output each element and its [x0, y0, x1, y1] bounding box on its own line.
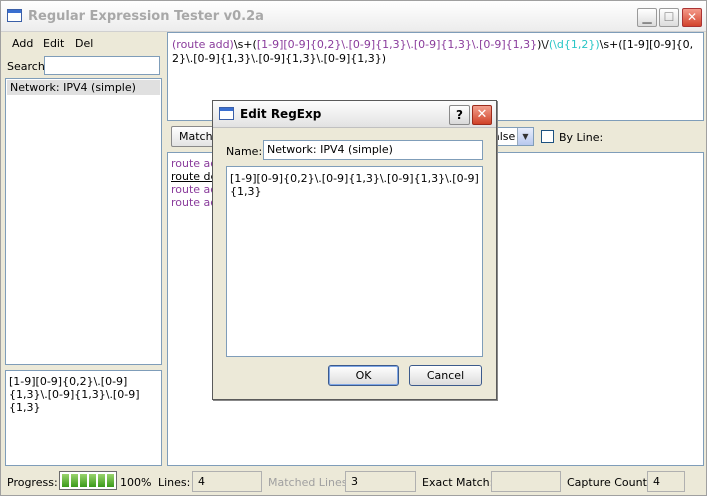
dialog-window-icon — [219, 107, 234, 120]
window-title: Regular Expression Tester v0.2a — [28, 9, 264, 24]
by-line-label: By Line: — [559, 131, 604, 144]
regex-textarea[interactable]: [1-9][0-9]{0,2}\.[0-9]{1,3}\.[0-9]{1,3}\… — [226, 166, 483, 357]
name-label: Name: — [226, 145, 263, 158]
edit-regexp-dialog: Edit RegExp ? ✕ Name: Network: IPV4 (sim… — [212, 100, 497, 400]
regex-preview: [1-9][0-9]{0,2}\.[0-9]{1,3}\.[0-9]{1,3}\… — [5, 370, 162, 466]
name-input[interactable]: Network: IPV4 (simple) — [263, 140, 483, 160]
matched-lines-value: 3 — [345, 471, 416, 492]
progress-percent: 100% — [120, 476, 152, 489]
capture-count-label: Capture Count: — [567, 476, 651, 489]
app-window-icon — [7, 9, 22, 22]
match-button[interactable]: Match — [171, 126, 215, 147]
main-window: Regular Expression Tester v0.2a ▁ ☐ ✕ Ad… — [0, 0, 707, 496]
search-label: Search: — [7, 60, 49, 73]
help-button[interactable]: ? — [449, 105, 470, 125]
capture-count-value: 4 — [647, 471, 685, 492]
exact-match-label: Exact Match: — [422, 476, 494, 489]
close-button[interactable]: ✕ — [682, 8, 702, 27]
list-item[interactable]: Network: IPV4 (simple) — [7, 80, 160, 95]
matched-lines-label: Matched Lines: — [268, 476, 352, 489]
sidebar-menu: Add Edit Del — [5, 34, 162, 53]
menu-del[interactable]: Del — [75, 37, 93, 50]
title-bar[interactable]: Regular Expression Tester v0.2a ▁ ☐ ✕ — [1, 1, 706, 32]
dialog-title-bar[interactable]: Edit RegExp ? ✕ — [213, 101, 496, 128]
regex-segment: \s+( — [233, 38, 257, 51]
regex-segment: )\/ — [537, 38, 549, 51]
regex-segment: [1-9][0-9]{0,2}\.[0-9]{1,3}\.[0-9]{1,3}\… — [256, 38, 538, 51]
minimize-button[interactable]: ▁ — [637, 8, 657, 27]
lines-label: Lines: — [158, 476, 191, 489]
progress-bar — [59, 471, 117, 490]
chevron-down-icon[interactable]: ▼ — [517, 128, 533, 145]
dialog-title: Edit RegExp — [240, 107, 322, 121]
regex-list[interactable]: Network: IPV4 (simple) — [5, 78, 162, 365]
cancel-button[interactable]: Cancel — [409, 365, 482, 386]
status-bar: Progress: 100% Lines: 4 Matched Lines: 3… — [1, 469, 706, 495]
menu-edit[interactable]: Edit — [43, 37, 64, 50]
lines-value: 4 — [192, 471, 262, 492]
by-line-checkbox[interactable] — [541, 130, 554, 143]
exact-match-value — [491, 471, 561, 492]
search-input[interactable] — [44, 56, 160, 75]
progress-label: Progress: — [7, 476, 58, 489]
ok-button[interactable]: OK — [328, 365, 399, 386]
maximize-button[interactable]: ☐ — [659, 8, 679, 27]
regex-segment: (route add) — [172, 38, 234, 51]
regex-segment: (\d{1,2}) — [548, 38, 600, 51]
progress-fill — [62, 474, 114, 487]
dialog-close-button[interactable]: ✕ — [472, 105, 492, 125]
menu-add[interactable]: Add — [12, 37, 33, 50]
